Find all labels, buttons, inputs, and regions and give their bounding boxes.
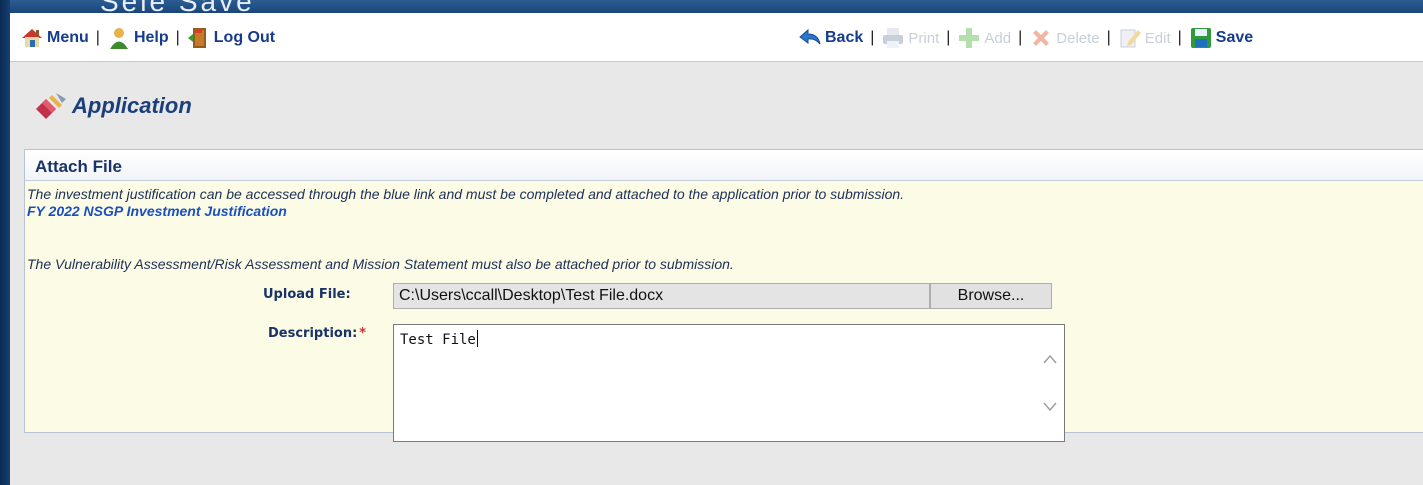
attachment-notice: The Vulnerability Assessment/Risk Assess… — [27, 256, 734, 272]
edit-label: Edit — [1144, 29, 1171, 47]
edit-pencil-icon — [1118, 26, 1142, 50]
delete-label: Delete — [1056, 29, 1100, 47]
back-label: Back — [825, 29, 864, 46]
print-label: Print — [908, 29, 940, 47]
panel-header: Attach File — [25, 150, 1423, 181]
toolbar-separator: | — [175, 29, 180, 46]
floppy-disk-icon — [1189, 26, 1213, 50]
x-icon — [1029, 26, 1053, 50]
save-label: Save — [1215, 29, 1254, 46]
toolbar-separator: | — [1177, 29, 1182, 46]
save-button[interactable]: Save — [1189, 26, 1253, 50]
add-label: Add — [984, 29, 1012, 47]
menu-label: Menu — [47, 29, 89, 46]
application-tools-icon — [32, 91, 68, 121]
investment-justification-link[interactable]: FY 2022 NSGP Investment Justification — [27, 203, 287, 219]
help-label: Help — [133, 29, 169, 46]
description-label: Description: * — [268, 326, 366, 341]
delete-button[interactable]: Delete — [1029, 26, 1100, 50]
print-button[interactable]: Print — [881, 26, 939, 50]
app-window: Menu | Help | Log Out Back | Print | Add… — [10, 13, 1423, 485]
toolbar-separator: | — [870, 29, 875, 46]
menu-button[interactable]: Menu — [20, 26, 89, 50]
help-person-icon — [107, 26, 131, 50]
toolbar: Menu | Help | Log Out Back | Print | Add… — [10, 13, 1423, 62]
toolbar-separator: | — [946, 29, 951, 46]
edit-button[interactable]: Edit — [1118, 26, 1171, 50]
logout-button[interactable]: Log Out — [187, 26, 275, 50]
description-text: Test File — [400, 330, 478, 348]
panel-title: Attach File — [35, 157, 122, 176]
plus-icon — [957, 26, 981, 50]
description-textarea[interactable]: Test File — [393, 324, 1065, 442]
house-icon — [20, 26, 44, 50]
toolbar-left: Menu | Help | Log Out — [20, 25, 275, 51]
description-value: Test File — [400, 332, 476, 348]
toolbar-separator: | — [95, 29, 100, 46]
description-label-text: Description: — [268, 326, 358, 341]
toolbar-separator: | — [1018, 29, 1023, 46]
back-arrow-icon — [798, 26, 822, 50]
upload-file-label: Upload File: — [263, 287, 351, 302]
add-button[interactable]: Add — [957, 26, 1011, 50]
scroll-down-icon[interactable] — [1042, 401, 1058, 413]
page-title: Application — [72, 93, 192, 118]
upload-file-field[interactable]: C:\Users\ccall\Desktop\Test File.docx — [393, 283, 930, 309]
logout-label: Log Out — [213, 29, 276, 46]
browse-button[interactable]: Browse... — [930, 283, 1052, 309]
text-caret — [476, 330, 478, 347]
scroll-up-icon[interactable] — [1042, 353, 1058, 365]
help-button[interactable]: Help — [107, 26, 169, 50]
back-button[interactable]: Back — [798, 26, 863, 50]
page-heading: Application — [32, 91, 192, 121]
printer-icon — [881, 26, 905, 50]
toolbar-separator: | — [1106, 29, 1111, 46]
attach-file-panel: Attach File The investment justification… — [24, 149, 1423, 442]
toolbar-right: Back | Print | Add | Delete | Edit | Sav… — [798, 25, 1253, 51]
exit-door-icon — [187, 26, 211, 50]
required-marker: * — [359, 326, 367, 341]
instruction-text: The investment justification can be acce… — [27, 186, 905, 202]
